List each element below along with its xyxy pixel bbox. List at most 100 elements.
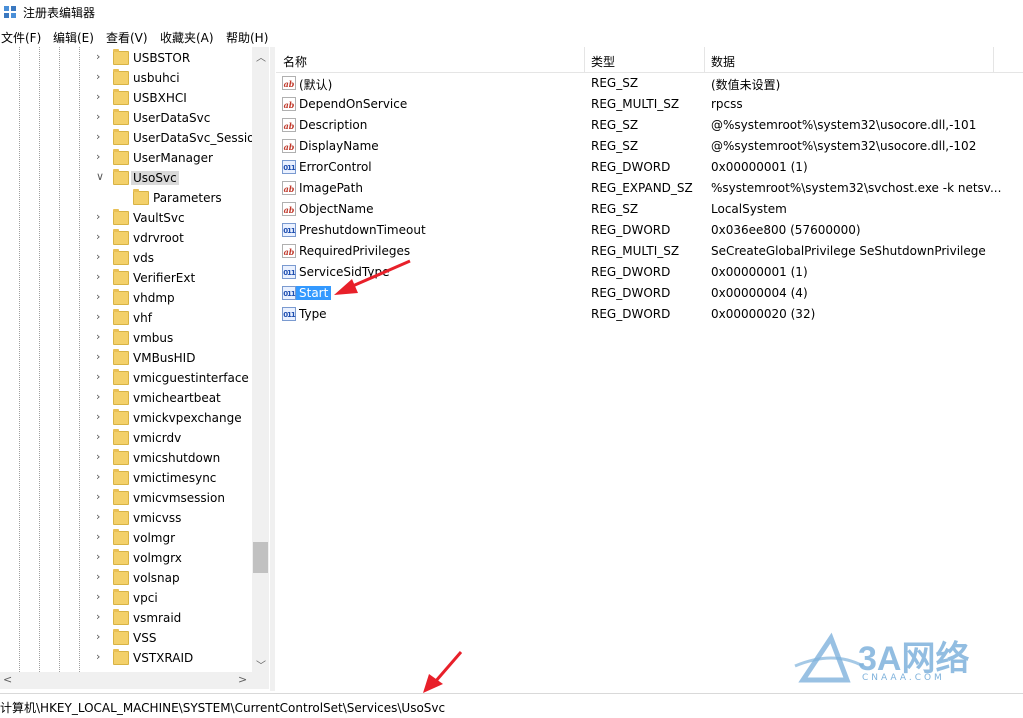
tree-item[interactable]: › vmbus: [0, 328, 252, 348]
chevron-down-icon[interactable]: ∨: [96, 170, 104, 183]
chevron-right-icon[interactable]: ›: [96, 510, 100, 523]
tree-item[interactable]: › vmicvmsession: [0, 488, 252, 508]
tree-item[interactable]: › usbuhci: [0, 68, 252, 88]
menu-file[interactable]: 文件(F): [1, 29, 41, 46]
value-row[interactable]: ab DisplayName REG_SZ @%systemroot%\system3…: [276, 136, 1023, 157]
column-divider[interactable]: [704, 47, 705, 72]
chevron-right-icon[interactable]: ›: [96, 50, 100, 63]
column-header-data[interactable]: 数据: [711, 53, 735, 70]
chevron-right-icon[interactable]: ›: [96, 70, 100, 83]
tree-item[interactable]: › USBXHCI: [0, 88, 252, 108]
value-row[interactable]: ab (默认) REG_SZ (数值未设置): [276, 73, 1023, 94]
chevron-right-icon[interactable]: ›: [96, 250, 100, 263]
tree-item[interactable]: › UserDataSvc_Session: [0, 128, 262, 148]
folder-icon: [113, 549, 129, 565]
tree-item[interactable]: › VMBusHID: [0, 348, 252, 368]
chevron-right-icon[interactable]: ›: [96, 370, 100, 383]
chevron-right-icon[interactable]: ›: [96, 550, 100, 563]
chevron-right-icon[interactable]: ›: [96, 530, 100, 543]
tree-item[interactable]: › USBSTOR: [0, 48, 252, 68]
value-data: rpcss: [711, 97, 743, 111]
column-divider[interactable]: [993, 47, 994, 72]
tree-item-label: vdrvroot: [133, 231, 184, 245]
values-list[interactable]: 名称 类型 数据 ab (默认) REG_SZ (数值未设置) ab DependOnSe…: [276, 47, 1023, 691]
tree-item[interactable]: › vmicrdv: [0, 428, 252, 448]
tree-item[interactable]: › VerifierExt: [0, 268, 252, 288]
chevron-right-icon[interactable]: ›: [96, 90, 100, 103]
chevron-right-icon[interactable]: ›: [96, 150, 100, 163]
tree-item[interactable]: › VSTXRAID: [0, 648, 252, 668]
tree-item[interactable]: › VSS: [0, 628, 252, 648]
tree-horizontal-scrollbar[interactable]: < >: [0, 672, 252, 689]
chevron-right-icon[interactable]: ›: [96, 130, 100, 143]
tree-item[interactable]: › vpci: [0, 588, 252, 608]
tree-item[interactable]: › vmickvpexchange: [0, 408, 252, 428]
value-row[interactable]: ab DependOnService REG_MULTI_SZ rpcss: [276, 94, 1023, 115]
tree-item[interactable]: › vmicheartbeat: [0, 388, 252, 408]
chevron-right-icon[interactable]: ›: [96, 650, 100, 663]
chevron-right-icon[interactable]: ›: [96, 210, 100, 223]
tree-item[interactable]: › vmicvss: [0, 508, 252, 528]
chevron-right-icon[interactable]: ›: [96, 330, 100, 343]
tree-item[interactable]: › volmgrx: [0, 548, 252, 568]
tree-item-label: vmicrdv: [133, 431, 182, 445]
tree-item[interactable]: › UserManager: [0, 148, 252, 168]
scroll-down-icon[interactable]: ﹀: [256, 657, 266, 672]
folder-icon: [113, 509, 129, 525]
tree-item-label: VerifierExt: [133, 271, 196, 285]
tree-item[interactable]: › vmicguestinterface: [0, 368, 252, 388]
menu-help[interactable]: 帮助(H): [226, 29, 268, 46]
tree-item[interactable]: › VaultSvc: [0, 208, 252, 228]
chevron-right-icon[interactable]: ›: [96, 390, 100, 403]
chevron-right-icon[interactable]: ›: [96, 590, 100, 603]
chevron-right-icon[interactable]: ›: [96, 270, 100, 283]
column-header-name[interactable]: 名称: [283, 53, 307, 70]
chevron-right-icon[interactable]: ›: [96, 570, 100, 583]
column-header-type[interactable]: 类型: [591, 53, 615, 70]
tree-item-label: vmicguestinterface: [133, 371, 249, 385]
value-row[interactable]: 011 Type REG_DWORD 0x00000020 (32): [276, 304, 1023, 325]
chevron-right-icon[interactable]: ›: [96, 450, 100, 463]
scroll-right-icon[interactable]: >: [238, 673, 247, 686]
scroll-left-icon[interactable]: <: [3, 673, 12, 686]
tree-item[interactable]: › vmicshutdown: [0, 448, 252, 468]
value-row[interactable]: ab ObjectName REG_SZ LocalSystem: [276, 199, 1023, 220]
tree-item[interactable]: › vdrvroot: [0, 228, 252, 248]
value-row[interactable]: 011 ErrorControl REG_DWORD 0x00000001 (1): [276, 157, 1023, 178]
value-row[interactable]: ab Description REG_SZ @%systemroot%\system3…: [276, 115, 1023, 136]
tree-item[interactable]: › volmgr: [0, 528, 252, 548]
scroll-thumb[interactable]: [253, 542, 268, 573]
tree-item[interactable]: › vhf: [0, 308, 252, 328]
chevron-right-icon[interactable]: ›: [96, 230, 100, 243]
key-tree[interactable]: › USBSTOR › usbuhci › USBXHCI › UserDataSvc › Use…: [0, 47, 271, 691]
menu-edit[interactable]: 编辑(E): [53, 29, 94, 46]
column-divider[interactable]: [584, 47, 585, 72]
chevron-right-icon[interactable]: ›: [96, 410, 100, 423]
chevron-right-icon[interactable]: ›: [96, 470, 100, 483]
chevron-right-icon[interactable]: ›: [96, 290, 100, 303]
tree-vertical-scrollbar[interactable]: ︿ ﹀: [252, 47, 269, 672]
tree-item[interactable]: ∨ UsoSvc: [0, 168, 252, 188]
value-row[interactable]: 011 PreshutdownTimeout REG_DWORD 0x036ee800…: [276, 220, 1023, 241]
tree-item[interactable]: › vhdmp: [0, 288, 252, 308]
tree-item[interactable]: Parameters: [0, 188, 252, 208]
tree-item[interactable]: › vmictimesync: [0, 468, 252, 488]
chevron-right-icon[interactable]: ›: [96, 630, 100, 643]
tree-item[interactable]: › vsmraid: [0, 608, 252, 628]
chevron-right-icon[interactable]: ›: [96, 430, 100, 443]
menu-view[interactable]: 查看(V): [106, 29, 148, 46]
chevron-right-icon[interactable]: ›: [96, 490, 100, 503]
menu-favorites[interactable]: 收藏夹(A): [160, 29, 214, 46]
scroll-up-icon[interactable]: ︿: [256, 49, 266, 64]
chevron-right-icon[interactable]: ›: [96, 350, 100, 363]
tree-item[interactable]: › UserDataSvc: [0, 108, 252, 128]
tree-item[interactable]: › vds: [0, 248, 252, 268]
chevron-right-icon[interactable]: ›: [96, 310, 100, 323]
string-value-icon: ab: [282, 181, 296, 195]
tree-item[interactable]: › volsnap: [0, 568, 252, 588]
pane-splitter[interactable]: [270, 47, 275, 691]
value-row[interactable]: ab ImagePath REG_EXPAND_SZ %systemroot%\sys…: [276, 178, 1023, 199]
value-type: REG_DWORD: [591, 160, 671, 174]
chevron-right-icon[interactable]: ›: [96, 110, 100, 123]
chevron-right-icon[interactable]: ›: [96, 610, 100, 623]
